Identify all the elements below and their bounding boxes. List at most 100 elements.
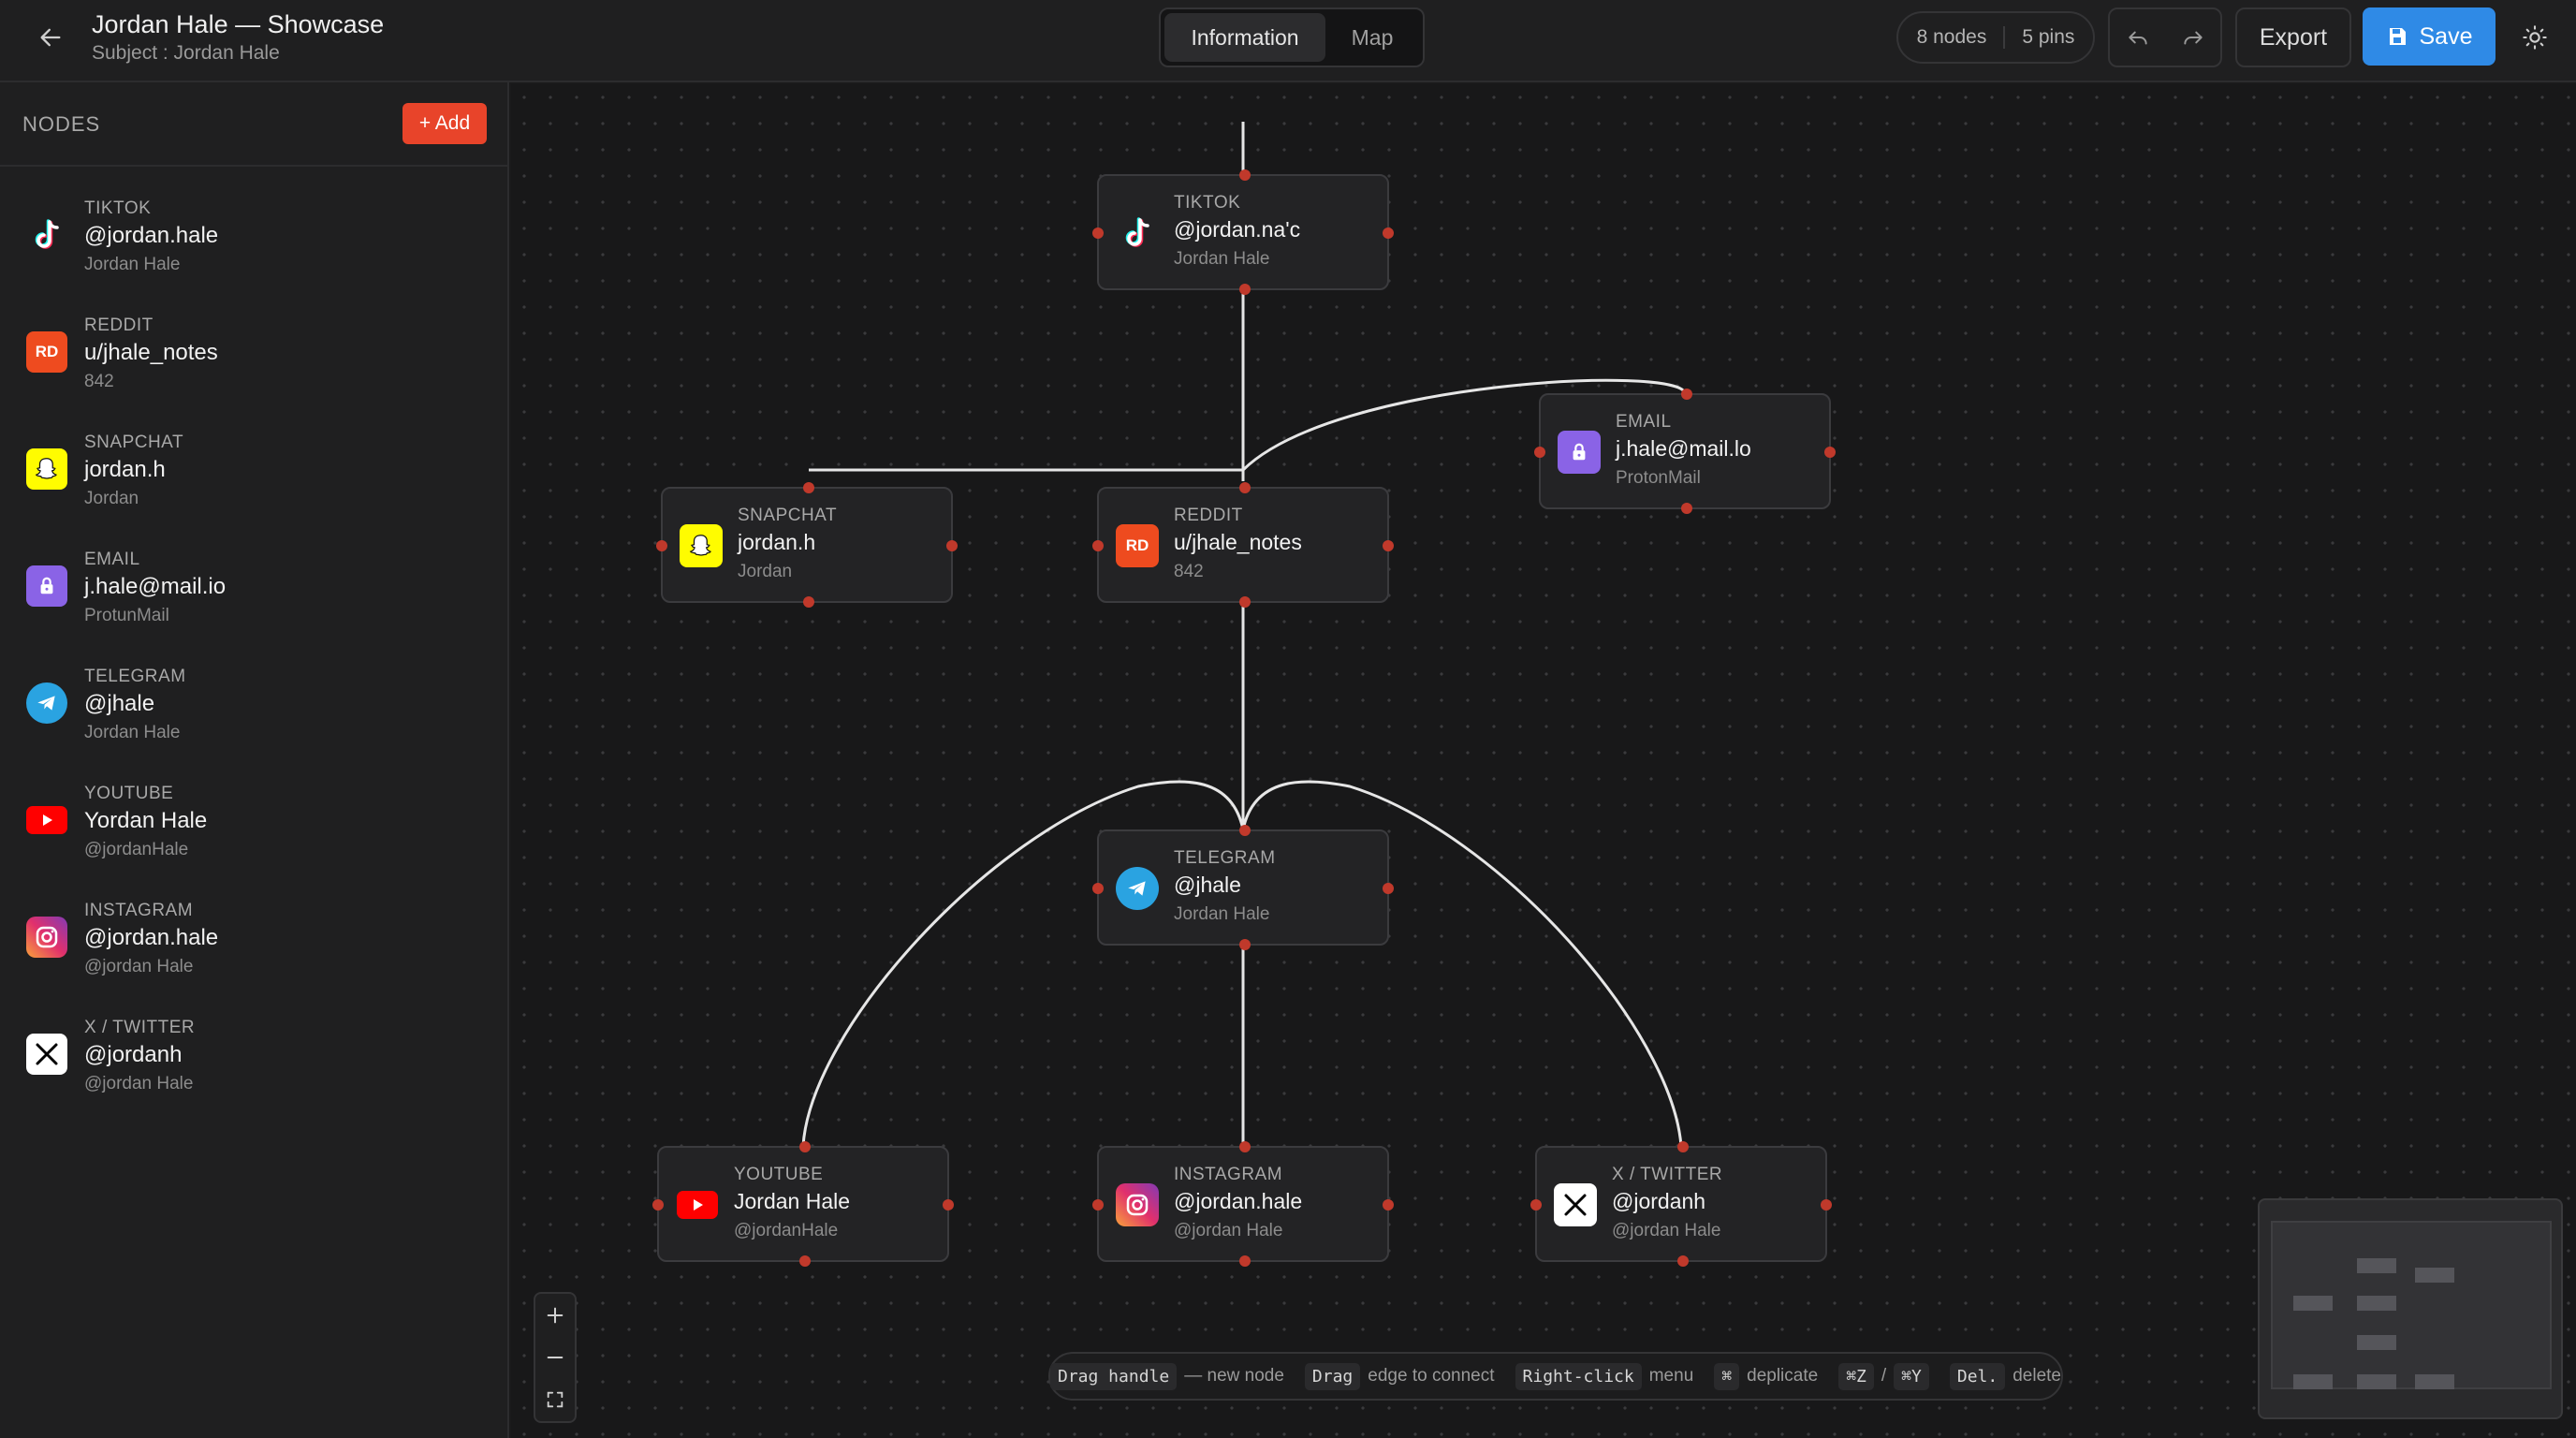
sidebar-item-tiktok[interactable]: TIKTOK @jordan.hale Jordan Hale — [0, 183, 507, 286]
instagram-icon — [1116, 1183, 1159, 1226]
tab-map[interactable]: Map — [1325, 13, 1419, 62]
hint-key: Right-click — [1515, 1362, 1642, 1390]
sidebar-item-reddit[interactable]: RD REDDIT u/jhale_notes 842 — [0, 301, 507, 404]
redo-icon[interactable] — [2173, 17, 2214, 58]
pin-right[interactable] — [946, 540, 958, 551]
telegram-icon — [26, 682, 67, 724]
node-youtube[interactable]: YOUTUBE Jordan Hale @jordanHale — [652, 1141, 954, 1267]
node-subtitle: @jordanHale — [734, 1221, 839, 1240]
sidebar-item-handle: @jordan.hale — [84, 925, 219, 950]
reddit-badge: RD — [35, 343, 59, 360]
page-subtitle: Subject : Jordan Hale — [92, 42, 280, 64]
pin-top[interactable] — [799, 1141, 811, 1152]
pin-left[interactable] — [1530, 1199, 1542, 1211]
pin-right[interactable] — [1383, 540, 1394, 551]
pin-right[interactable] — [1383, 227, 1394, 239]
pin-top[interactable] — [1239, 169, 1251, 181]
pin-bottom[interactable] — [1677, 1255, 1689, 1267]
youtube-icon — [676, 1183, 719, 1226]
sidebar-item-instagram[interactable]: INSTAGRAM @jordan.hale @jordan Hale — [0, 886, 507, 989]
lock-icon — [1558, 431, 1601, 474]
fit-view-icon[interactable] — [536, 1381, 574, 1418]
sidebar-item-twitter[interactable]: X / TWITTER @jordanh @jordan Hale — [0, 1003, 507, 1106]
pin-left[interactable] — [656, 540, 667, 551]
sun-icon[interactable] — [2514, 17, 2555, 58]
node-instagram[interactable]: INSTAGRAM @jordan.hale @jordan Hale — [1092, 1141, 1394, 1267]
node-handle: @jhale — [1174, 873, 1241, 897]
hint-key: ⌘ — [1714, 1362, 1740, 1390]
node-twitter[interactable]: X / TWITTER @jordanh @jordan Hale — [1530, 1141, 1832, 1267]
undo-icon[interactable] — [2117, 17, 2159, 58]
sidebar-item-subtitle: Jordan Hale — [84, 255, 181, 274]
node-tiktok[interactable]: TIKTOK @jordan.na'c Jordan Hale — [1092, 169, 1394, 295]
reddit-badge: RD — [1125, 536, 1149, 554]
pin-top[interactable] — [1239, 825, 1251, 836]
pin-left[interactable] — [1092, 227, 1104, 239]
back-arrow-icon[interactable] — [30, 17, 71, 58]
pin-right[interactable] — [1383, 883, 1394, 894]
sidebar-item-youtube[interactable]: YOUTUBE Yordan Hale @jordanHale — [0, 769, 507, 872]
pin-bottom[interactable] — [803, 596, 814, 608]
hint-key: ⌘Z — [1838, 1362, 1874, 1390]
pin-count: 5 pins — [2022, 26, 2075, 48]
sidebar-item-email[interactable]: EMAIL j.hale@mail.io ProtunMail — [0, 535, 507, 638]
export-button[interactable]: Export — [2235, 7, 2351, 67]
pin-bottom[interactable] — [1681, 503, 1692, 514]
tab-information[interactable]: Information — [1164, 13, 1325, 62]
node-subtitle: Jordan Hale — [1174, 904, 1270, 924]
zoom-out-icon[interactable] — [536, 1339, 574, 1376]
pin-bottom[interactable] — [1239, 1255, 1251, 1267]
hint-text: — new node — [1184, 1366, 1284, 1386]
sidebar-item-handle: @jordanh — [84, 1042, 183, 1067]
pin-left[interactable] — [1092, 540, 1104, 551]
x-icon — [1554, 1183, 1597, 1226]
hint-text: / — [1881, 1366, 1887, 1386]
sidebar-item-handle: u/jhale_notes — [84, 340, 218, 365]
add-node-button[interactable]: + Add — [402, 103, 487, 144]
node-handle: @jordan.na'c — [1174, 217, 1301, 242]
pin-left[interactable] — [1092, 1199, 1104, 1211]
hint-text: delete — [2012, 1366, 2062, 1386]
sidebar-item-snapchat[interactable]: SNAPCHAT jordan.h Jordan — [0, 418, 507, 521]
pin-left[interactable] — [1534, 447, 1545, 458]
pin-left[interactable] — [1092, 883, 1104, 894]
node-handle: u/jhale_notes — [1174, 530, 1302, 554]
minimap[interactable] — [2258, 1198, 2563, 1419]
youtube-icon — [26, 800, 67, 841]
pin-right[interactable] — [943, 1199, 954, 1211]
pin-bottom[interactable] — [1239, 596, 1251, 608]
pin-top[interactable] — [1677, 1141, 1689, 1152]
pin-bottom[interactable] — [799, 1255, 811, 1267]
pin-right[interactable] — [1824, 447, 1836, 458]
zoom-in-icon[interactable] — [536, 1297, 574, 1334]
minimap-node — [2357, 1335, 2396, 1350]
hint-key: Drag — [1304, 1362, 1361, 1390]
hint-text: edge to connect — [1368, 1366, 1495, 1386]
count-badge: 8 nodes 5 pins — [1896, 11, 2095, 64]
sidebar-item-telegram[interactable]: TELEGRAM @jhale Jordan Hale — [0, 652, 507, 755]
pin-bottom[interactable] — [1239, 284, 1251, 295]
node-handle: @jordanh — [1612, 1189, 1706, 1213]
pin-bottom[interactable] — [1239, 939, 1251, 950]
node-email[interactable]: EMAIL j.hale@mail.lo ProtonMail — [1534, 389, 1836, 514]
pin-top[interactable] — [1239, 482, 1251, 493]
minimap-node — [2293, 1374, 2333, 1389]
pin-top[interactable] — [1681, 389, 1692, 400]
pin-left[interactable] — [652, 1199, 664, 1211]
pin-right[interactable] — [1821, 1199, 1832, 1211]
minimap-node — [2357, 1258, 2396, 1273]
save-button[interactable]: Save — [2363, 7, 2496, 66]
graph-canvas[interactable]: TIKTOK @jordan.na'c Jordan Hale EMAIL j.… — [511, 84, 2576, 1438]
pin-right[interactable] — [1383, 1199, 1394, 1211]
minimap-viewport[interactable] — [2271, 1221, 2552, 1389]
node-reddit[interactable]: RD REDDIT u/jhale_notes 842 — [1092, 482, 1394, 608]
sidebar-item-handle: @jordan.hale — [84, 223, 219, 248]
hint-key: Del. — [1949, 1362, 2006, 1390]
pin-top[interactable] — [1239, 1141, 1251, 1152]
count-divider — [2003, 26, 2006, 49]
pin-top[interactable] — [803, 482, 814, 493]
node-subtitle: ProtonMail — [1616, 468, 1701, 488]
hint-key: Drag handle — [1050, 1362, 1178, 1390]
node-snapchat[interactable]: SNAPCHAT jordan.h Jordan — [656, 482, 958, 608]
node-telegram[interactable]: TELEGRAM @jhale Jordan Hale — [1092, 825, 1394, 950]
